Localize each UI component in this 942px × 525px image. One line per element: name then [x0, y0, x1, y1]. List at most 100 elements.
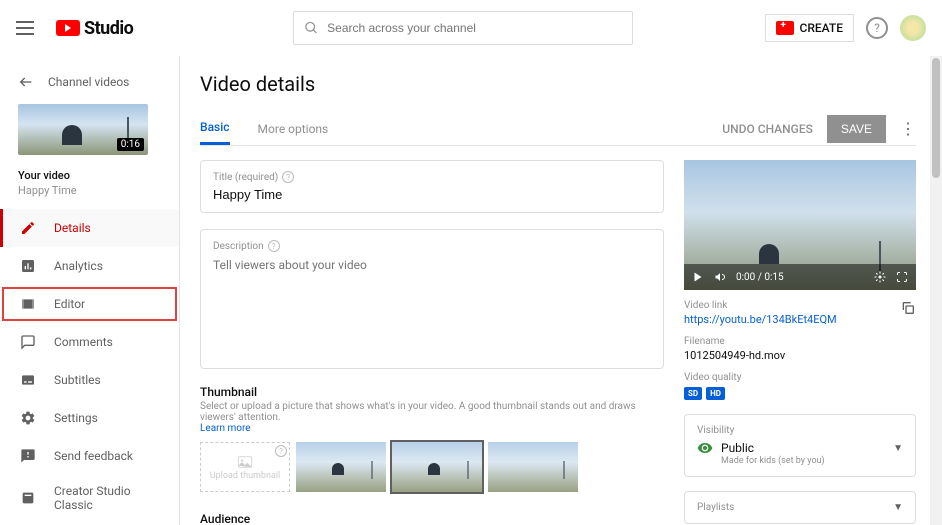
- sidebar-item-analytics[interactable]: Analytics: [0, 247, 179, 285]
- preview-time: 0:00 / 0:15: [736, 272, 784, 283]
- sidebar-item-classic[interactable]: Creator Studio Classic: [0, 475, 179, 521]
- sidebar-item-editor[interactable]: Editor: [0, 285, 179, 323]
- filename-value: 1012504949-hd.mov: [684, 349, 916, 362]
- classic-icon: [18, 488, 38, 508]
- upload-thumbnail-button[interactable]: Upload thumbnail ?: [200, 442, 290, 492]
- sidebar-item-label: Send feedback: [54, 449, 133, 463]
- your-video-info: Your video Happy Time: [0, 165, 179, 209]
- search-input[interactable]: [327, 21, 622, 35]
- pencil-icon: [18, 218, 38, 238]
- gear-icon[interactable]: [874, 271, 886, 283]
- title-field[interactable]: Title (required) ?: [200, 160, 664, 213]
- profile-avatar[interactable]: [900, 15, 926, 41]
- thumbnail-option-3[interactable]: [488, 442, 578, 492]
- help-icon[interactable]: ?: [282, 171, 294, 183]
- sidebar-video-thumbnail[interactable]: 0:16: [18, 104, 148, 155]
- tab-basic[interactable]: Basic: [200, 112, 230, 145]
- playlists-panel[interactable]: Playlists ▼: [684, 491, 916, 524]
- back-channel-videos[interactable]: Channel videos: [0, 68, 179, 96]
- visibility-value: Public: [721, 441, 754, 455]
- save-button[interactable]: SAVE: [827, 115, 886, 143]
- thumbnail-option-1[interactable]: [296, 442, 386, 492]
- title-input[interactable]: [213, 187, 651, 202]
- copy-icon[interactable]: [900, 300, 916, 316]
- playlists-label: Playlists: [697, 502, 734, 513]
- studio-logo[interactable]: Studio: [56, 18, 133, 39]
- sidebar-item-feedback[interactable]: Send feedback: [0, 437, 179, 475]
- youtube-play-icon: [56, 20, 80, 36]
- page-title: Video details: [200, 72, 916, 96]
- duration-badge: 0:16: [117, 138, 144, 151]
- gear-icon: [18, 408, 38, 428]
- description-input[interactable]: [213, 258, 651, 358]
- sidebar-item-subtitles[interactable]: Subtitles: [0, 361, 179, 399]
- visibility-panel[interactable]: Visibility Public ▼ Made for kids (set b…: [684, 414, 916, 477]
- camera-plus-icon: [776, 21, 794, 35]
- help-icon[interactable]: ?: [275, 445, 287, 457]
- your-video-title: Happy Time: [18, 184, 161, 197]
- thumbnail-subtext: Select or upload a picture that shows wh…: [200, 401, 636, 423]
- visibility-label: Visibility: [697, 425, 903, 436]
- logo-text: Studio: [84, 18, 133, 39]
- thumbnail-option-2[interactable]: [392, 442, 482, 492]
- sidebar-item-label: Analytics: [54, 259, 103, 273]
- help-icon[interactable]: ?: [866, 17, 888, 39]
- audience-heading: Audience: [200, 512, 664, 525]
- content-area: Video details Basic More options UNDO CH…: [180, 56, 942, 525]
- visibility-sub: Made for kids (set by you): [721, 456, 903, 466]
- create-button[interactable]: CREATE: [765, 14, 854, 42]
- scrollbar-thumb[interactable]: [932, 58, 940, 178]
- sidebar-item-comments[interactable]: Comments: [0, 323, 179, 361]
- search-icon: [304, 20, 319, 36]
- sidebar-item-label: Creator Studio Classic: [54, 484, 161, 512]
- video-link-label: Video link: [684, 300, 837, 311]
- sidebar: Channel videos 0:16 Your video Happy Tim…: [0, 56, 180, 525]
- title-label: Title (required): [213, 172, 278, 183]
- tab-more-options[interactable]: More options: [258, 114, 329, 144]
- arrow-left-icon: [18, 74, 34, 90]
- sidebar-item-details[interactable]: Details: [0, 209, 179, 247]
- sidebar-item-label: Details: [54, 221, 91, 235]
- hamburger-menu-icon[interactable]: [16, 16, 40, 40]
- eye-icon: [697, 440, 713, 456]
- chevron-down-icon: ▼: [893, 443, 903, 454]
- tabs-row: Basic More options UNDO CHANGES SAVE ⋮: [200, 112, 916, 146]
- search-box[interactable]: [293, 11, 633, 45]
- thumbnail-heading: Thumbnail: [200, 385, 664, 399]
- subtitles-icon: [18, 370, 38, 390]
- quality-label: Video quality: [684, 372, 916, 383]
- video-link-value[interactable]: https://youtu.be/134BkEt4EQM: [684, 313, 837, 326]
- back-label: Channel videos: [48, 75, 129, 89]
- help-icon[interactable]: ?: [268, 240, 280, 252]
- sidebar-item-settings[interactable]: Settings: [0, 399, 179, 437]
- top-header: Studio CREATE ?: [0, 0, 942, 56]
- video-preview[interactable]: 0:00 / 0:15: [684, 160, 916, 290]
- upload-thumbnail-label: Upload thumbnail: [210, 471, 280, 481]
- thumbnail-row: Upload thumbnail ?: [200, 442, 664, 492]
- your-video-label: Your video: [18, 169, 161, 182]
- learn-more-link[interactable]: Learn more: [200, 423, 251, 434]
- sidebar-item-label: Settings: [54, 411, 98, 425]
- feedback-icon: [18, 446, 38, 466]
- play-icon[interactable]: [692, 271, 704, 283]
- create-label: CREATE: [800, 21, 843, 35]
- description-field[interactable]: Description ?: [200, 229, 664, 369]
- image-upload-icon: [236, 453, 254, 471]
- undo-changes-button[interactable]: UNDO CHANGES: [722, 122, 813, 136]
- sidebar-item-label: Subtitles: [54, 373, 101, 387]
- sidebar-item-label: Editor: [54, 297, 85, 311]
- description-label: Description: [213, 241, 264, 252]
- quality-badge-hd: HD: [706, 387, 725, 400]
- fullscreen-icon[interactable]: [896, 271, 908, 283]
- more-actions-icon[interactable]: ⋮: [900, 119, 916, 138]
- chevron-down-icon: ▼: [893, 502, 903, 513]
- scrollbar[interactable]: [930, 56, 942, 525]
- sidebar-item-label: Comments: [54, 335, 113, 349]
- volume-icon[interactable]: [714, 271, 726, 283]
- preview-controls: 0:00 / 0:15: [684, 264, 916, 290]
- quality-badge-sd: SD: [684, 387, 702, 400]
- analytics-icon: [18, 256, 38, 276]
- comment-icon: [18, 332, 38, 352]
- filename-label: Filename: [684, 336, 916, 347]
- film-icon: [18, 294, 38, 314]
